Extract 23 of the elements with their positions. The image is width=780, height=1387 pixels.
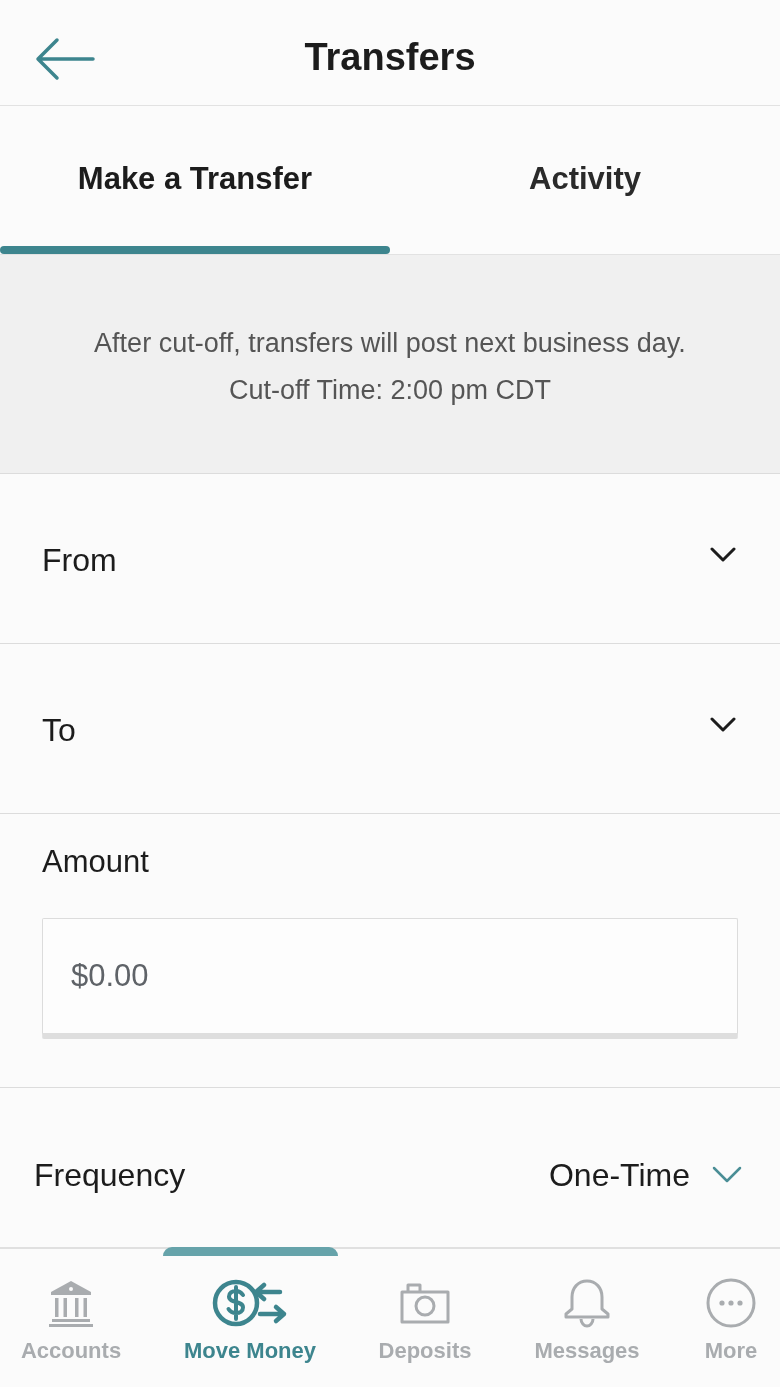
nav-item[interactable]: Move Money xyxy=(142,1249,358,1387)
chevron-down-icon xyxy=(710,546,736,563)
chevron-down-icon xyxy=(710,716,736,733)
frequency-dropdown[interactable]: One-Time xyxy=(548,1150,742,1199)
back-arrow-icon xyxy=(35,37,95,81)
notice-text: Cut-off Time: 2:00 pm CDT xyxy=(228,373,552,406)
bell-icon xyxy=(563,1278,611,1328)
camera-icon xyxy=(400,1282,450,1324)
more-icon xyxy=(706,1278,756,1328)
bank-icon xyxy=(48,1279,94,1327)
tab[interactable]: Activity xyxy=(390,106,780,254)
notice-text: After cut-off, transfers will post next business day. xyxy=(94,326,686,359)
page-title: Transfers xyxy=(304,37,476,76)
amount-label: Amount xyxy=(42,844,150,880)
amount-input-field[interactable]: $0.00 xyxy=(42,918,738,1039)
dropdown-label: To xyxy=(42,710,76,750)
account-dropdown[interactable]: From xyxy=(0,474,780,644)
frequency-label: Frequency xyxy=(34,1155,186,1195)
dollar-transfer-icon xyxy=(212,1278,288,1328)
tab[interactable]: Make a Transfer xyxy=(0,106,390,254)
account-dropdown[interactable]: To xyxy=(0,644,780,814)
dropdown-label: From xyxy=(42,540,117,580)
chevron-down-icon xyxy=(712,1165,742,1184)
